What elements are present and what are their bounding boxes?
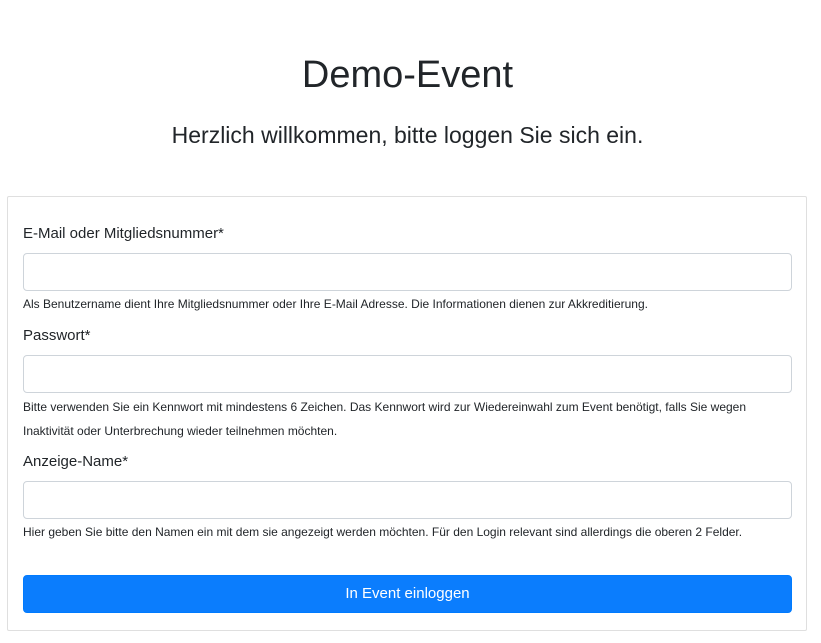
login-page: Demo-Event Herzlich willkommen, bitte lo… (0, 0, 821, 643)
email-help-text: Als Benutzername dient Ihre Mitgliedsnum… (23, 297, 648, 311)
page-title: Demo-Event (301, 54, 514, 96)
password-field[interactable] (23, 355, 792, 393)
login-button[interactable]: In Event einloggen (23, 575, 792, 613)
email-field[interactable] (23, 253, 792, 291)
email-label: E-Mail oder Mitgliedsnummer* (23, 225, 224, 242)
welcome-message: Herzlich willkommen, bitte loggen Sie si… (171, 122, 644, 148)
display-name-label: Anzeige-Name* (23, 453, 129, 470)
display-name-field[interactable] (23, 481, 792, 519)
display-name-help-text: Hier geben Sie bitte den Namen ein mit d… (23, 525, 743, 539)
login-form: E-Mail oder Mitgliedsnummer* Als Benutze… (7, 196, 807, 631)
password-label: Passwort* (23, 327, 91, 344)
password-help-text: Bitte verwenden Sie ein Kennwort mit min… (23, 400, 747, 438)
